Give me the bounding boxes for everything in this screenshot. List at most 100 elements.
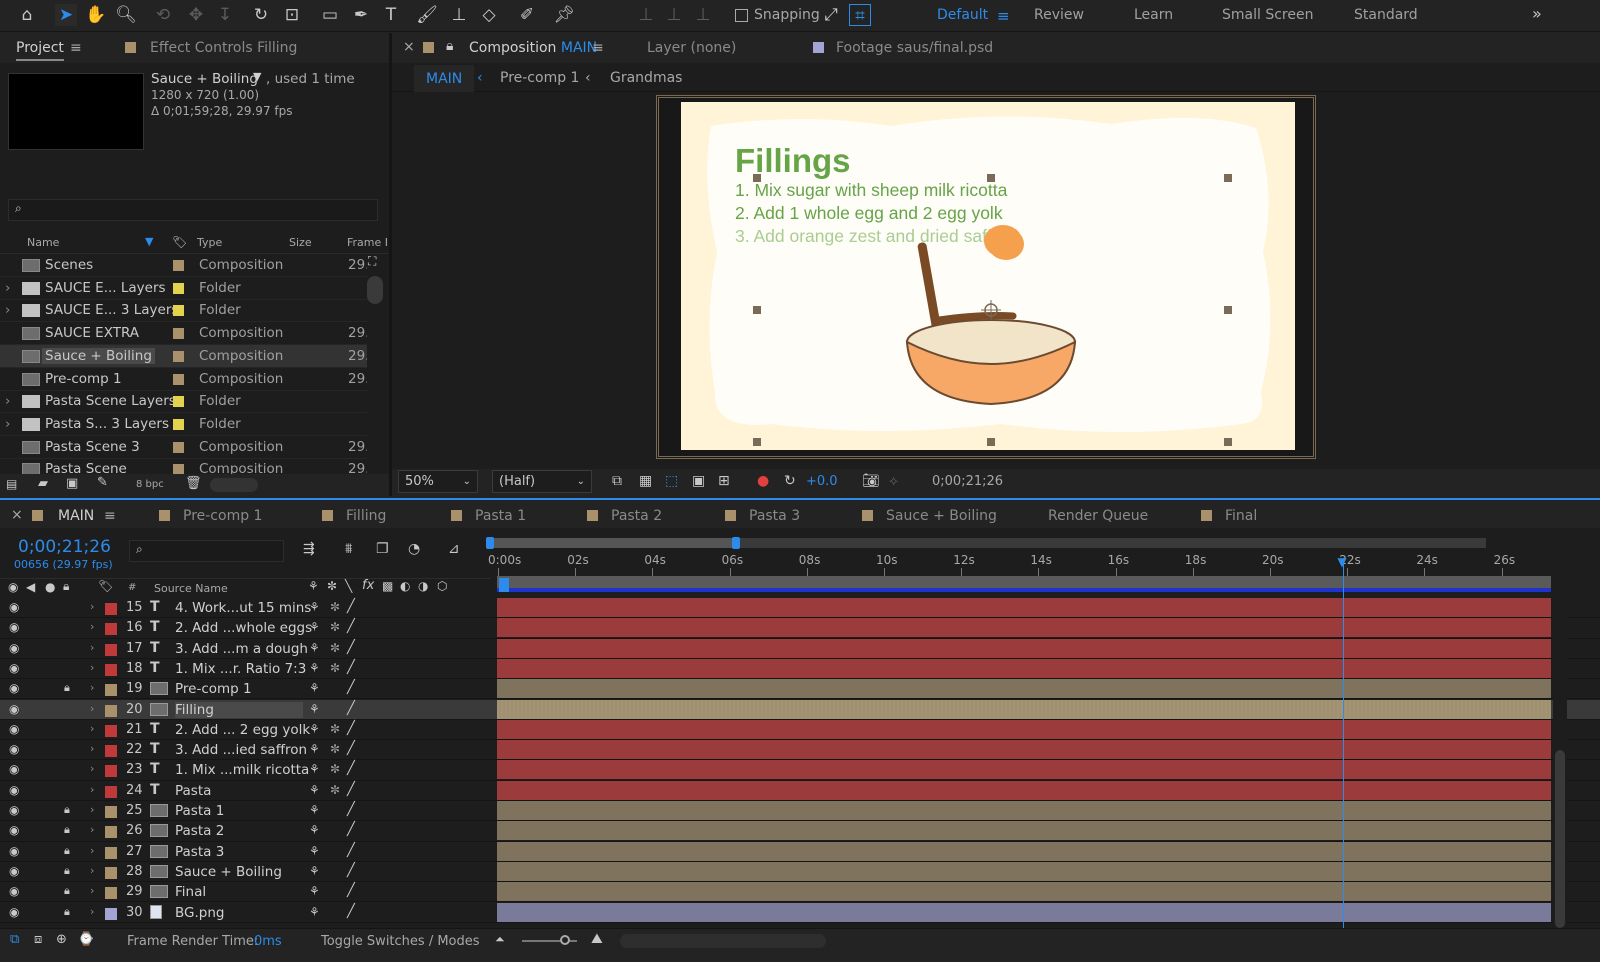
shy-switch-icon[interactable]: ⚘ xyxy=(309,905,320,919)
layer-row[interactable]: ◉ 🔒︎ › 30 BG.png ⚘ ╱ xyxy=(0,902,1600,923)
collapse-switch-icon[interactable]: ✼ xyxy=(330,742,340,756)
close-tab-icon[interactable]: × xyxy=(403,39,415,55)
project-item[interactable]: Pre-comp 1 Composition 29. xyxy=(0,368,370,391)
collapse-switch-icon[interactable]: ✼ xyxy=(330,600,340,614)
layer-name[interactable]: 2. Add ...whole eggs xyxy=(175,620,312,636)
expand-arrow-icon[interactable]: › xyxy=(90,844,94,857)
layer-label-swatch[interactable] xyxy=(105,623,117,636)
quality-switch-icon[interactable]: ╱ xyxy=(347,701,355,716)
timeline-tab[interactable]: Pre-comp 1 xyxy=(183,508,262,524)
timeline-tab[interactable]: Pasta 1 xyxy=(475,508,526,524)
project-item[interactable]: Scenes Composition 29. xyxy=(0,254,370,277)
interpret-footage-icon[interactable]: ▤ xyxy=(6,477,17,491)
snap-feature-icon[interactable]: ⌗ xyxy=(849,4,871,26)
layer-label-swatch[interactable] xyxy=(105,907,117,920)
rotation-tool-icon[interactable]: ↻ xyxy=(250,4,272,26)
project-item[interactable]: › Pasta S... 3 Layers Folder xyxy=(0,413,370,436)
layer-name[interactable]: 3. Add ...ied saffron xyxy=(175,742,307,758)
quality-switch-icon[interactable]: ╱ xyxy=(347,680,355,695)
timeline-tab[interactable]: Final xyxy=(1225,508,1257,524)
lock-icon[interactable]: 🔒︎ xyxy=(64,864,70,878)
flowchart-icon[interactable]: ⛶ xyxy=(368,254,376,269)
tab-footage[interactable]: Footage saus/final.psd xyxy=(836,40,993,56)
dolly-camera-icon[interactable]: ↧ xyxy=(214,4,236,26)
visibility-eye-icon[interactable]: ◉ xyxy=(9,884,19,898)
collapse-switch-icon[interactable]: ✼ xyxy=(327,579,337,593)
work-area-in-marker[interactable] xyxy=(499,578,509,592)
project-item[interactable]: › SAUCE E... Layers Folder xyxy=(0,277,370,300)
lock-icon[interactable]: 🔒︎ xyxy=(64,681,70,695)
visibility-eye-icon[interactable]: ◉ xyxy=(9,620,19,634)
type-tool-icon[interactable]: T xyxy=(380,4,402,26)
timeline-horizontal-scroll[interactable] xyxy=(620,934,826,948)
shy-switch-icon[interactable]: ⚘ xyxy=(309,742,320,756)
viewer-timecode[interactable]: 0;00;21;26 xyxy=(932,474,1003,489)
expand-arrow-icon[interactable]: › xyxy=(90,762,94,775)
layer-row[interactable]: ◉ › 18 T 1. Mix ...r. Ratio 7:3 ⚘ ✼ ╱ xyxy=(0,658,1600,680)
collapse-switch-icon[interactable]: ✼ xyxy=(330,661,340,675)
quality-switch-icon[interactable]: ╱ xyxy=(347,619,355,634)
orbit-camera-icon[interactable]: ⟲ xyxy=(152,4,174,26)
solo-icon[interactable]: ● xyxy=(45,580,55,594)
label-swatch[interactable] xyxy=(173,464,184,474)
new-folder-icon[interactable]: ▰ xyxy=(38,476,48,491)
shy-switch-icon[interactable]: ⚘ xyxy=(309,722,320,736)
home-icon[interactable]: ⌂ xyxy=(16,4,38,26)
visibility-eye-icon[interactable]: ◉ xyxy=(9,783,19,797)
lock-icon[interactable]: 🔒︎ xyxy=(64,884,70,898)
layer-row[interactable]: ◉ 🔒︎ › 29 Final ⚘ ╱ xyxy=(0,882,1600,903)
reset-exposure-icon[interactable]: ↻ xyxy=(784,473,796,489)
rectangle-tool-icon[interactable]: ▭ xyxy=(319,4,341,26)
column-type[interactable]: Type xyxy=(197,236,222,249)
timeline-tab[interactable]: Pasta 3 xyxy=(749,508,800,524)
layer-name[interactable]: Final xyxy=(175,884,206,900)
layer-duration-bar[interactable] xyxy=(497,638,1551,658)
project-search-input[interactable]: ⌕ xyxy=(8,199,378,221)
expand-arrow-icon[interactable]: › xyxy=(90,661,94,674)
layer-duration-bar[interactable] xyxy=(497,780,1551,800)
expand-arrow-icon[interactable]: › xyxy=(90,803,94,816)
layer-switches-icon[interactable]: ⧉ xyxy=(10,932,19,947)
workspace-learn[interactable]: Learn xyxy=(1134,7,1173,23)
selection-tool-icon[interactable]: ➤ xyxy=(55,4,77,26)
layer-row[interactable]: ◉ › 15 T 4. Work...ut 15 mins ⚘ ✼ ╱ xyxy=(0,598,1600,619)
layer-name[interactable]: 2. Add ... 2 egg yolk xyxy=(175,722,310,738)
layer-name[interactable]: 1. Mix ...r. Ratio 7:3 xyxy=(175,661,306,677)
label-column-icon[interactable]: 🏷︎ xyxy=(172,235,187,249)
project-item[interactable]: › SAUCE E... 3 Layers Folder xyxy=(0,299,370,323)
3d-layer-switch-icon[interactable]: ⬡ xyxy=(437,579,447,593)
expand-arrow-icon[interactable]: › xyxy=(90,681,94,694)
bpc-label[interactable]: 8 bpc xyxy=(136,479,164,490)
expand-arrow-icon[interactable]: › xyxy=(5,302,10,318)
expand-arrow-icon[interactable]: › xyxy=(90,600,94,613)
label-column-icon[interactable]: 🏷︎ xyxy=(98,579,113,593)
visibility-eye-icon[interactable]: ◉ xyxy=(9,905,19,919)
layer-row[interactable]: ◉ › 16 T 2. Add ...whole eggs ⚘ ✼ ╱ xyxy=(0,618,1600,639)
layer-label-swatch[interactable] xyxy=(105,846,117,859)
layer-name[interactable]: 3. Add ...m a dough xyxy=(175,641,308,657)
close-tab-icon[interactable]: × xyxy=(11,507,23,523)
visibility-eye-icon[interactable]: ◉ xyxy=(9,864,19,878)
layer-duration-bar[interactable] xyxy=(497,679,1551,699)
timeline-search-input[interactable]: ⌕ xyxy=(129,540,284,562)
visibility-eye-icon[interactable]: ◉ xyxy=(9,823,19,837)
frame-blend-switch-icon[interactable]: ▩ xyxy=(382,579,393,593)
exposure-value[interactable]: +0.0 xyxy=(806,474,838,489)
visibility-eye-icon[interactable]: ◉ xyxy=(9,722,19,736)
roto-brush-tool-icon[interactable]: ✐ xyxy=(516,4,538,26)
zoom-out-icon[interactable]: ⏶ xyxy=(495,932,505,947)
project-settings-icon[interactable]: ✎ xyxy=(97,475,108,490)
shy-switch-icon[interactable]: ⚘ xyxy=(309,783,320,797)
composition-viewer[interactable]: Fillings 1. Mix sugar with sheep milk ri… xyxy=(656,95,1316,459)
workspace-standard[interactable]: Standard xyxy=(1354,7,1418,23)
work-area-bar[interactable] xyxy=(486,537,1486,549)
layer-duration-bar[interactable] xyxy=(497,719,1551,739)
layer-name[interactable]: Pre-comp 1 xyxy=(175,681,252,697)
thumbnail-slider[interactable] xyxy=(210,478,258,492)
zoom-in-icon[interactable]: ⛰ xyxy=(591,931,603,947)
expand-arrow-icon[interactable]: › xyxy=(5,416,10,432)
composition-menu-icon[interactable]: ≡ xyxy=(592,40,604,56)
expand-arrow-icon[interactable]: › xyxy=(90,620,94,633)
label-swatch[interactable] xyxy=(173,350,184,362)
layer-name[interactable]: Pasta 3 xyxy=(175,844,224,860)
